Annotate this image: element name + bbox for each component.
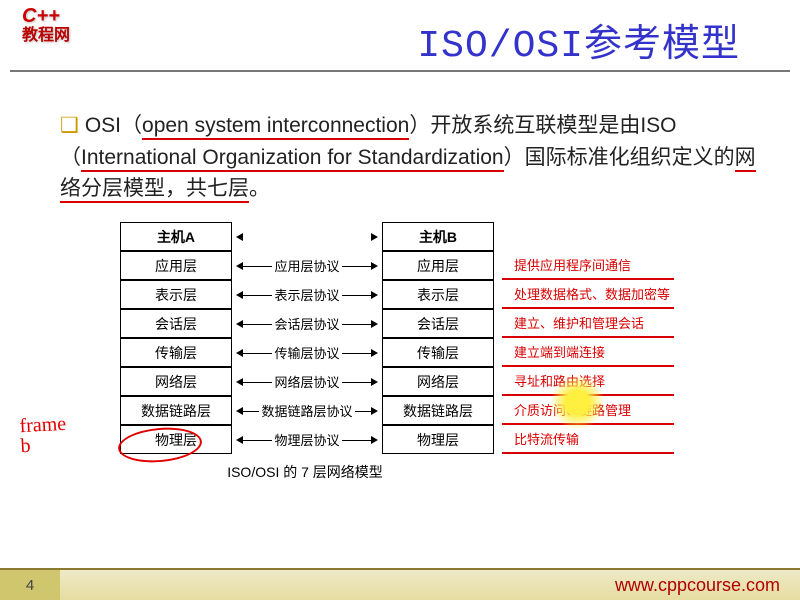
header-host-a: 主机A <box>120 222 232 251</box>
host-a-layer: 会话层 <box>120 309 232 338</box>
osi-diagram: 主机A 主机B 应用层应用层协议应用层提供应用程序间通信表示层表示层协议表示层处… <box>120 222 740 482</box>
protocol-arrow: 会话层协议 <box>232 309 382 338</box>
diagram-caption: ISO/OSI 的 7 层网络模型 <box>120 462 490 482</box>
host-a-layer: 应用层 <box>120 251 232 280</box>
layer-row: 传输层传输层协议传输层建立端到端连接 <box>120 338 740 367</box>
protocol-arrow: 应用层协议 <box>232 251 382 280</box>
protocol-arrow: 数据链路层协议 <box>232 396 382 425</box>
logo-line2: 教程网 <box>22 27 70 45</box>
bullet-icon: ❑ <box>60 114 79 137</box>
layer-description: 建立端到端连接 <box>502 338 674 367</box>
layer-row: 会话层会话层协议会话层建立、维护和管理会话 <box>120 309 740 338</box>
host-a-layer: 表示层 <box>120 280 232 309</box>
layer-row: 数据链路层数据链路层协议数据链路层介质访问、链路管理 <box>120 396 740 425</box>
title-rule <box>10 70 790 72</box>
protocol-arrow: 网络层协议 <box>232 367 382 396</box>
host-a-layer: 物理层 <box>120 425 232 454</box>
layer-description: 建立、维护和管理会话 <box>502 309 674 338</box>
protocol-arrow: 传输层协议 <box>232 338 382 367</box>
page-number: 4 <box>0 570 60 600</box>
protocol-arrow: 表示层协议 <box>232 280 382 309</box>
layer-row: 物理层物理层协议物理层比特流传输 <box>120 425 740 454</box>
host-a-layer: 网络层 <box>120 367 232 396</box>
layer-row: 网络层网络层协议网络层寻址和路由选择 <box>120 367 740 396</box>
host-b-layer: 表示层 <box>382 280 494 309</box>
layer-description: 比特流传输 <box>502 425 674 454</box>
layer-description: 寻址和路由选择 <box>502 367 674 396</box>
host-a-layer: 数据链路层 <box>120 396 232 425</box>
host-b-layer: 应用层 <box>382 251 494 280</box>
host-a-layer: 传输层 <box>120 338 232 367</box>
site-logo: C++ 教程网 <box>22 5 70 45</box>
footer-url: www.cppcourse.com <box>615 575 780 596</box>
host-b-layer: 网络层 <box>382 367 494 396</box>
layer-row: 表示层表示层协议表示层处理数据格式、数据加密等 <box>120 280 740 309</box>
protocol-arrow: 物理层协议 <box>232 425 382 454</box>
layer-row: 应用层应用层协议应用层提供应用程序间通信 <box>120 251 740 280</box>
layer-description: 提供应用程序间通信 <box>502 251 674 280</box>
host-b-layer: 物理层 <box>382 425 494 454</box>
logo-line1: C++ <box>22 5 60 27</box>
host-b-layer: 数据链路层 <box>382 396 494 425</box>
host-b-layer: 传输层 <box>382 338 494 367</box>
underline-iso: International Organization for Standardi… <box>81 146 504 172</box>
layer-description: 处理数据格式、数据加密等 <box>502 280 674 309</box>
underline-osi: open system interconnection <box>142 114 409 140</box>
header-host-b: 主机B <box>382 222 494 251</box>
host-b-layer: 会话层 <box>382 309 494 338</box>
footer-bar: 4 www.cppcourse.com <box>0 568 800 600</box>
layer-description: 介质访问、链路管理 <box>502 396 674 425</box>
handwritten-note: frame b <box>19 414 68 456</box>
header-row: 主机A 主机B <box>120 222 740 251</box>
page-title: ISO/OSI参考模型 <box>417 12 740 68</box>
intro-bullet: ❑OSI（open system interconnection）开放系统互联模… <box>60 110 770 205</box>
